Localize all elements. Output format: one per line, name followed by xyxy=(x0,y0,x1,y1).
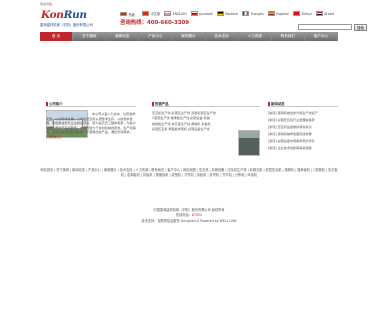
tech-support-line[interactable]: 技术支持：互联网信息服务 Designed & Powered by WELL … xyxy=(40,219,338,224)
lang-label: русский xyxy=(199,11,213,16)
news-item[interactable]: [新闻] 康润机械参加国际建材展 xyxy=(268,131,338,138)
products-title: 热销产品 xyxy=(152,101,260,107)
lang-label: Türkçe xyxy=(301,11,312,16)
hotline-label: 咨询热线： xyxy=(120,20,147,26)
products-links: 压瓦机生产线 彩钢瓦生产线 双层彩钢瓦生产线 C型钢生产线 楼承板生产线 彩钢设… xyxy=(152,111,238,132)
banner-area xyxy=(40,41,338,99)
news-item[interactable]: [新闻] 彩钢设备市场需求稳步增长 xyxy=(268,138,338,145)
main-nav: 首 页 关于康润 新闻动态 产品中心 案例展示 技术支持 人力资源 联系我们 客… xyxy=(40,32,338,41)
news-panel: 新闻动态 [新闻] 康润机械全新升级生产线投产 [新闻] 彩钢压瓦机行业发展新趋… xyxy=(268,101,338,157)
lang-fr[interactable]: Français xyxy=(242,11,264,16)
about-text: 本公司从事人力资本，以稳健求发展，以创新求发展。公司始终坚持以质量求生存，以信誉… xyxy=(46,112,136,140)
lang-tr[interactable]: Türkçe xyxy=(292,11,312,16)
about-more-link[interactable]: [详细信息] xyxy=(46,135,61,139)
hotline-number: 咨询热线：400-660-3309 xyxy=(120,18,189,26)
title-marker-icon xyxy=(152,101,154,106)
company-name: 康润建材机械（平阳）股份有限公司 xyxy=(40,23,93,27)
about-body: 本公司从事人力资本，以稳健求发展，以创新求发展。公司始终坚持以质量求生存，以信誉… xyxy=(46,112,136,135)
search-input[interactable] xyxy=(298,24,352,31)
flag-en-icon xyxy=(164,11,172,16)
lang-ru[interactable]: русский xyxy=(190,11,213,16)
flag-ar-icon xyxy=(315,11,323,16)
lang-cn[interactable]: 中文版 xyxy=(142,11,160,16)
news-item[interactable]: [新闻] 康润机械全新升级生产线投产 xyxy=(268,110,338,117)
flag-ru-icon xyxy=(190,11,198,16)
nav-item-cases[interactable]: 案例展示 xyxy=(172,32,206,41)
search-button[interactable]: 搜索 xyxy=(354,24,367,31)
about-panel: 公司简介 本公司从事人力资本，以稳健求发展，以创新求发展。公司始终坚持以质量求生… xyxy=(46,101,136,157)
news-item[interactable]: [新闻] 彩钢压瓦机行业发展新趋势 xyxy=(268,117,338,124)
nav-item-about[interactable]: 关于康润 xyxy=(73,32,107,41)
products-panel: 热销产品 压瓦机生产线 彩钢瓦生产线 双层彩钢瓦生产线 C型钢生产线 楼承板生产… xyxy=(152,101,260,157)
nav-item-hr[interactable]: 人力资源 xyxy=(239,32,272,41)
nav-item-support[interactable]: 技术支持 xyxy=(206,32,239,41)
logo[interactable]: KonRun 康润建材机械（平阳）股份有限公司 xyxy=(40,9,100,31)
logo-mark: KonRun xyxy=(41,9,87,21)
news-item[interactable]: [新闻] 压瓦机设备维护保养常识 xyxy=(268,124,338,131)
products-title-text: 热销产品 xyxy=(155,102,169,106)
news-list: [新闻] 康润机械全新升级生产线投产 [新闻] 彩钢压瓦机行业发展新趋势 [新闻… xyxy=(268,110,338,151)
about-title: 公司简介 xyxy=(46,101,136,107)
flag-de-icon xyxy=(216,11,224,16)
lang-label: ENGLISH xyxy=(172,11,187,16)
lang-label: Français xyxy=(250,11,264,16)
nav-item-contact[interactable]: 联系我们 xyxy=(272,32,305,41)
nav-item-customer[interactable]: 客户中心 xyxy=(305,32,338,41)
title-marker-icon xyxy=(268,101,270,106)
logo-mark-right: Run xyxy=(63,9,87,21)
china-flag-icon xyxy=(120,11,127,17)
hotline-top-label: 热线 xyxy=(128,12,135,17)
lang-label: Arabic xyxy=(324,11,335,16)
product-line[interactable]: 彩钢压瓦机 屋面板成型机 彩钢设备生产线 xyxy=(152,127,238,132)
title-marker-icon xyxy=(46,101,48,106)
lang-label: Español xyxy=(276,11,289,16)
lang-label: Deutsch xyxy=(225,11,239,16)
footer-links[interactable]: 网站首页 | 关于康润 | 新闻动态 | 产品中心 | 案例展示 | 技术支持 … xyxy=(40,168,338,178)
lang-de[interactable]: Deutsch xyxy=(216,11,239,16)
flag-tr-icon xyxy=(292,11,300,16)
news-title-text: 新闻动态 xyxy=(271,102,285,106)
machine-photo[interactable] xyxy=(238,130,260,156)
about-title-text: 公司简介 xyxy=(49,102,63,106)
search-bar: 搜索 xyxy=(298,24,367,31)
nav-item-news[interactable]: 新闻动态 xyxy=(106,32,140,41)
footer-hotline-label: 热线电话： xyxy=(175,213,192,218)
footer-hotline-number: 87654 xyxy=(191,213,203,218)
flag-es-icon xyxy=(267,11,275,16)
site-header: KonRun 康润建材机械（平阳）股份有限公司 热线 咨询热线：400-660-… xyxy=(40,8,367,32)
flag-fr-icon xyxy=(242,11,250,16)
nav-item-home[interactable]: 首 页 xyxy=(40,32,74,41)
news-item[interactable]: [新闻] 企业技术创新取得新突破 xyxy=(268,145,338,152)
topbar-welcome: 欢迎光临 xyxy=(40,2,53,6)
flag-cn-icon xyxy=(142,11,149,16)
lang-label: 中文版 xyxy=(150,12,161,16)
language-switcher: 中文版 ENGLISH русский Deutsch Français Esp… xyxy=(142,11,334,16)
nav-item-products[interactable]: 产品中心 xyxy=(139,32,173,41)
hotline-value: 400-660-3309 xyxy=(146,20,189,26)
lang-ar[interactable]: Arabic xyxy=(315,11,335,16)
footer-copyright: 中国康润建材机械（平阳）股份有限公司 版权所有 热线电话：87654 技术支持：… xyxy=(40,208,338,224)
news-title: 新闻动态 xyxy=(268,101,338,107)
lang-en[interactable]: ENGLISH xyxy=(164,11,187,16)
lang-es[interactable]: Español xyxy=(267,11,289,16)
logo-mark-left: Kon xyxy=(41,9,64,21)
